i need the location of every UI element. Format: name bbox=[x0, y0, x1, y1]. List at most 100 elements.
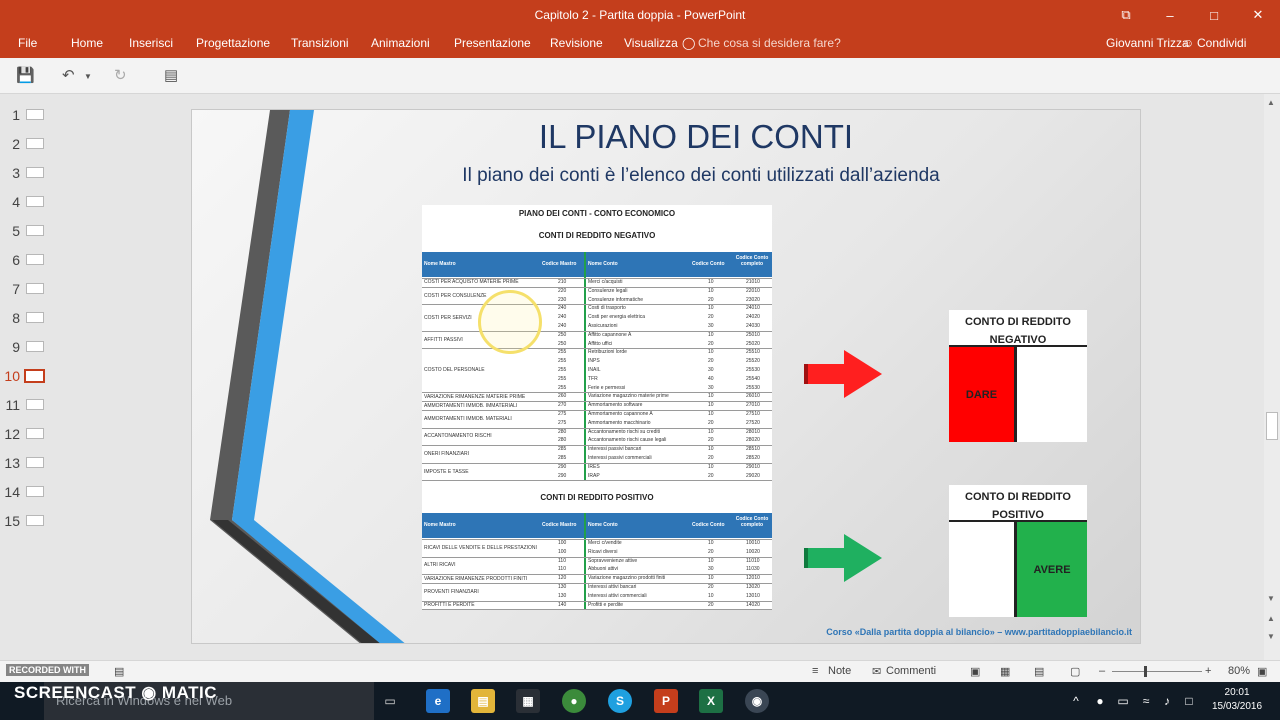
tab-transizioni[interactable]: Transizioni bbox=[291, 36, 349, 50]
start-from-beginning-icon[interactable]: ▤ bbox=[164, 66, 178, 84]
table-cell: 21010 bbox=[746, 279, 760, 285]
zoom-level[interactable]: 80% bbox=[1228, 665, 1250, 677]
task-view-icon[interactable]: ▭ bbox=[378, 689, 402, 713]
table-row: 240 Costi per energia elettrica 20 24020 bbox=[422, 313, 772, 322]
save-icon[interactable]: 💾 bbox=[16, 66, 35, 84]
table-cell: 270 bbox=[558, 402, 567, 409]
slide-thumbnail[interactable]: 9 bbox=[0, 337, 64, 357]
slide-thumbnail[interactable]: 2 bbox=[0, 134, 64, 154]
slide-title[interactable]: IL PIANO DEI CONTI bbox=[192, 118, 1140, 156]
slide-thumbnail[interactable]: 12 bbox=[0, 424, 64, 444]
slide-thumbnail[interactable]: 3 bbox=[0, 163, 64, 183]
tab-visualizza[interactable]: Visualizza bbox=[624, 36, 678, 50]
tab-revisione[interactable]: Revisione bbox=[550, 36, 603, 50]
next-slide-icon[interactable]: ▼ bbox=[1267, 632, 1275, 641]
tab-home[interactable]: Home bbox=[71, 36, 103, 50]
table-cell: 30 bbox=[708, 367, 714, 373]
wifi-icon[interactable]: ≈ bbox=[1137, 689, 1155, 713]
table-cell: 10010 bbox=[746, 540, 760, 546]
tab-inserisci[interactable]: Inserisci bbox=[129, 36, 173, 50]
slide-thumbnail[interactable]: 6 bbox=[0, 250, 64, 270]
ribbon-display-options-icon[interactable]: ⧉ bbox=[1104, 0, 1148, 30]
tab-progettazione[interactable]: Progettazione bbox=[196, 36, 270, 50]
battery-icon[interactable]: ▭ bbox=[1114, 689, 1132, 713]
slide-thumbnail[interactable]: 4 bbox=[0, 192, 64, 212]
file-explorer-icon[interactable]: ▤ bbox=[471, 689, 495, 713]
close-button[interactable]: ✕ bbox=[1236, 0, 1280, 30]
positive-t-account[interactable]: CONTO DI REDDITO POSITIVO AVERE bbox=[949, 485, 1087, 617]
table-cell: 25010 bbox=[746, 331, 760, 338]
tab-animazioni[interactable]: Animazioni bbox=[371, 36, 430, 50]
slide-sorter-icon[interactable]: ▦ bbox=[1000, 665, 1010, 678]
table-cell: 25510 bbox=[746, 349, 760, 356]
doc-title: PIANO DEI CONTI - CONTO ECONOMICO bbox=[518, 209, 676, 218]
negative-t-account-title: CONTO DI REDDITO NEGATIVO bbox=[949, 310, 1087, 347]
minimize-button[interactable]: – bbox=[1148, 0, 1192, 30]
zoom-in-button[interactable]: + bbox=[1205, 665, 1211, 677]
note-icon[interactable]: ≡ bbox=[812, 665, 818, 677]
share-button[interactable]: Condividi bbox=[1197, 36, 1246, 50]
volume-icon[interactable]: ♪ bbox=[1158, 689, 1176, 713]
tell-me-input[interactable]: Che cosa si desidera fare? bbox=[698, 36, 841, 50]
table-cell: 10 bbox=[708, 446, 714, 453]
user-name[interactable]: Giovanni Trizza bbox=[1106, 36, 1189, 50]
undo-icon[interactable]: ↶ bbox=[62, 66, 75, 84]
comment-icon[interactable]: ✉ bbox=[872, 665, 881, 678]
notes-icon[interactable]: ▤ bbox=[114, 665, 124, 678]
table-cell: 40 bbox=[708, 375, 714, 382]
mastro-name: VARIAZIONE RIMANENZE PRODOTTI FINITI bbox=[424, 575, 528, 582]
table-cell: 20 bbox=[708, 419, 714, 426]
table-cell: 23020 bbox=[746, 296, 760, 303]
slide-thumbnail[interactable]: 15 bbox=[0, 511, 64, 531]
zoom-slider-thumb[interactable] bbox=[1144, 666, 1147, 677]
slide-thumbnail[interactable]: 1 bbox=[0, 105, 64, 125]
mastro-name: VARIAZIONE RIMANENZE MATERIE PRIME bbox=[424, 393, 526, 400]
chrome-tray-icon[interactable]: ● bbox=[1091, 689, 1109, 713]
redo-icon[interactable]: ↻ bbox=[114, 66, 127, 84]
scroll-thumb[interactable] bbox=[1266, 412, 1278, 440]
skype-icon[interactable]: S bbox=[608, 689, 632, 713]
comments-button[interactable]: Commenti bbox=[886, 665, 936, 677]
negative-t-account[interactable]: CONTO DI REDDITO NEGATIVO DARE bbox=[949, 310, 1087, 442]
zoom-out-button[interactable]: – bbox=[1099, 665, 1105, 677]
chrome-icon[interactable]: ● bbox=[562, 689, 586, 713]
table-cell: 10 bbox=[708, 575, 714, 582]
table-cell: Ferie e permessi bbox=[588, 384, 626, 391]
reading-view-icon[interactable]: ▤ bbox=[1034, 665, 1044, 678]
slideshow-icon[interactable]: ▢ bbox=[1070, 665, 1080, 678]
taskbar-clock[interactable]: 20:01 15/03/2016 bbox=[1212, 686, 1262, 714]
chart-of-accounts-image[interactable]: PIANO DEI CONTI - CONTO ECONOMICO CONTI … bbox=[422, 205, 772, 611]
edge-icon[interactable]: e bbox=[426, 689, 450, 713]
scroll-down-icon[interactable]: ▼ bbox=[1267, 594, 1275, 603]
slide-thumbnail[interactable]: 14 bbox=[0, 482, 64, 502]
store-icon[interactable]: ▦ bbox=[516, 689, 540, 713]
table-cell: 10 bbox=[708, 463, 714, 470]
zoom-slider[interactable] bbox=[1112, 671, 1202, 672]
screencast-icon[interactable]: ◉ bbox=[745, 689, 769, 713]
slide-thumbnail[interactable]: 5 bbox=[0, 221, 64, 241]
fit-to-window-icon[interactable]: ▣ bbox=[1257, 665, 1267, 678]
slide-thumbnail[interactable]: 11 bbox=[0, 395, 64, 415]
tab-presentazione[interactable]: Presentazione bbox=[454, 36, 531, 50]
slide-subtitle[interactable]: Il piano dei conti è l’elenco dei conti … bbox=[192, 165, 1140, 187]
vertical-scrollbar[interactable]: ▲ ▼ ▲ ▼ bbox=[1264, 94, 1280, 660]
scroll-up-icon[interactable]: ▲ bbox=[1267, 98, 1275, 107]
normal-view-icon[interactable]: ▣ bbox=[970, 665, 980, 678]
previous-slide-icon[interactable]: ▲ bbox=[1267, 614, 1275, 623]
powerpoint-icon[interactable]: P bbox=[654, 689, 678, 713]
tab-file[interactable]: File bbox=[18, 36, 37, 50]
notes-button[interactable]: Note bbox=[828, 665, 851, 677]
table-cell: 20 bbox=[708, 358, 714, 365]
table-cell: 255 bbox=[558, 367, 567, 373]
slide-thumbnail[interactable]: 13 bbox=[0, 453, 64, 473]
restore-button[interactable]: □ bbox=[1192, 0, 1236, 30]
undo-dropdown-icon[interactable]: ▼ bbox=[84, 72, 92, 81]
notifications-icon[interactable]: □ bbox=[1180, 689, 1198, 713]
slide-thumbnail[interactable]: 7 bbox=[0, 279, 64, 299]
slide-thumbnail-active[interactable]: 10 bbox=[0, 366, 64, 386]
slide-thumbnail[interactable]: 8 bbox=[0, 308, 64, 328]
slide-canvas[interactable]: IL PIANO DEI CONTI Il piano dei conti è … bbox=[191, 109, 1141, 644]
clock-time: 20:01 bbox=[1224, 687, 1250, 698]
excel-icon[interactable]: X bbox=[699, 689, 723, 713]
show-hidden-icons-icon[interactable]: ^ bbox=[1068, 689, 1084, 713]
